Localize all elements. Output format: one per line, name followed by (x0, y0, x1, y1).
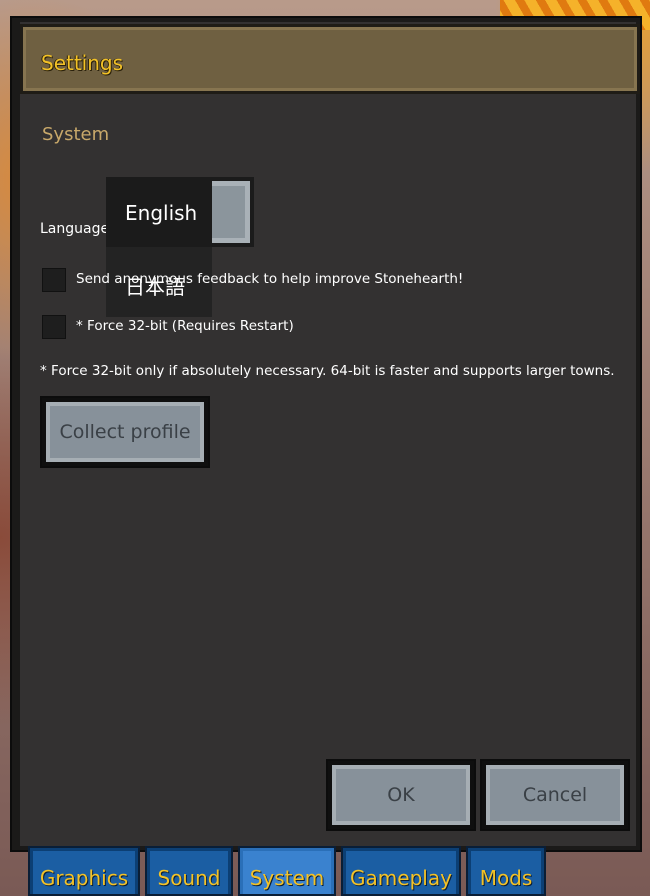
tab-sound-label: Sound (157, 866, 221, 890)
tab-graphics[interactable]: Graphics (28, 846, 140, 896)
collect-profile-button[interactable]: Collect profile (40, 396, 210, 468)
ok-button[interactable]: OK (326, 759, 476, 831)
cancel-label: Cancel (490, 769, 620, 821)
window-title: Settings (41, 51, 124, 75)
ok-label: OK (336, 769, 466, 821)
tab-sound[interactable]: Sound (145, 846, 233, 896)
language-dropdown-menu: English 日本語 (106, 177, 212, 317)
tab-gameplay-label: Gameplay (350, 866, 452, 890)
feedback-label: Send anonymous feedback to help improve … (76, 271, 464, 287)
tab-mods[interactable]: Mods (466, 846, 546, 896)
language-label: Language (40, 221, 110, 237)
tab-system-label: System (249, 866, 325, 890)
force-32bit-checkbox[interactable] (42, 315, 66, 339)
collect-profile-label: Collect profile (50, 406, 200, 458)
cancel-button[interactable]: Cancel (480, 759, 630, 831)
force-32bit-label: * Force 32-bit (Requires Restart) (76, 318, 294, 334)
title-bar: Settings (20, 24, 640, 94)
settings-window: Settings System Language English 日本語 Sen… (10, 16, 642, 852)
section-title: System (42, 124, 110, 145)
settings-tabs: Graphics Sound System Gameplay Mods (28, 846, 588, 896)
force-32bit-note: * Force 32-bit only if absolutely necess… (40, 363, 615, 379)
tab-graphics-label: Graphics (39, 866, 129, 890)
tab-system[interactable]: System (238, 846, 336, 896)
tab-gameplay[interactable]: Gameplay (341, 846, 461, 896)
language-option-english[interactable]: English (106, 177, 212, 247)
feedback-checkbox[interactable] (42, 268, 66, 292)
tab-mods-label: Mods (479, 866, 533, 890)
